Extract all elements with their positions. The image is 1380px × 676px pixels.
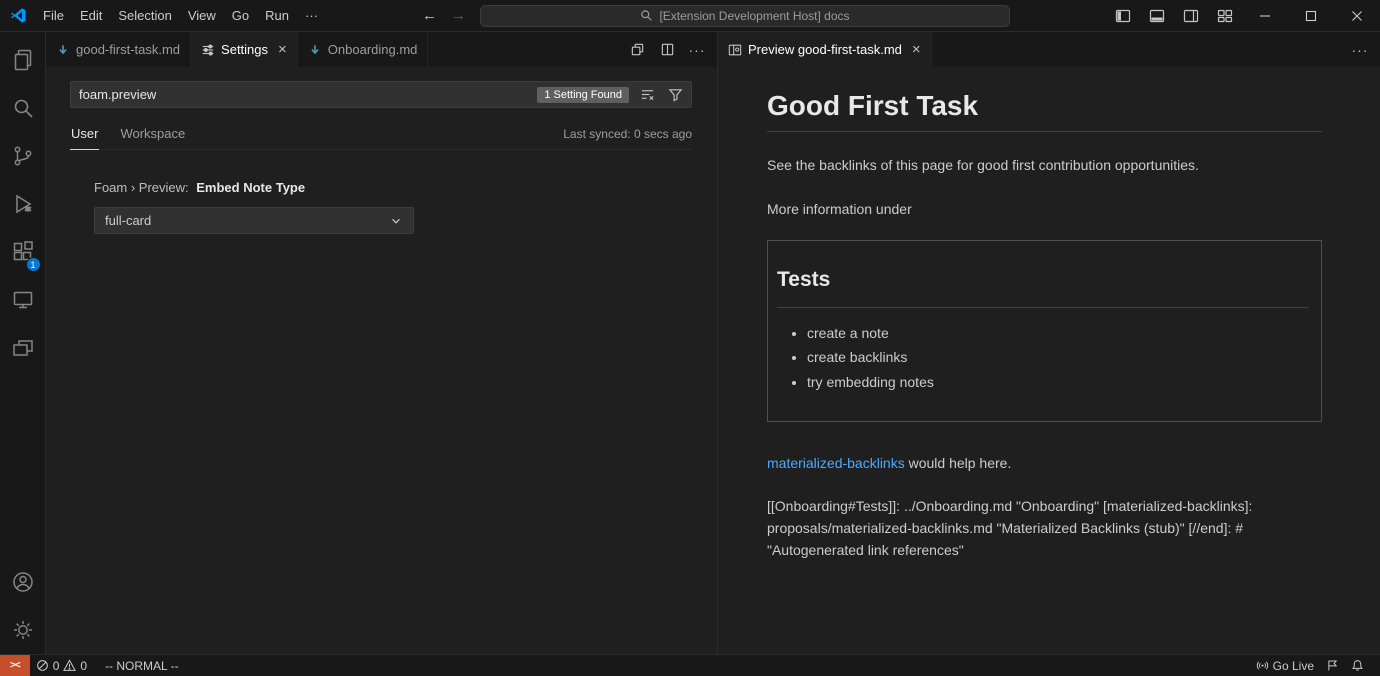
settings-search-input[interactable]	[79, 87, 529, 102]
tab-preview-good-first-task[interactable]: Preview good-first-task.md ×	[718, 32, 932, 67]
settings-result-count-badge: 1 Setting Found	[537, 87, 629, 103]
menubar: File Edit Selection View Go Run ···	[35, 4, 326, 27]
tab-label: Preview good-first-task.md	[748, 42, 902, 57]
close-tab-icon[interactable]: ×	[912, 42, 921, 57]
settings-sliders-icon	[201, 43, 215, 57]
setting-category-label: Foam › Preview:	[94, 180, 189, 195]
menu-selection[interactable]: Selection	[110, 4, 179, 27]
editor-group-left: good-first-task.md Settings × Onboarding…	[46, 32, 718, 654]
settings-scope-tabs: User Workspace Last synced: 0 secs ago	[70, 122, 692, 150]
menu-run[interactable]: Run	[257, 4, 297, 27]
error-icon	[36, 659, 49, 672]
preview-more-info: More information under	[767, 198, 1322, 220]
go-back-icon[interactable]: ←	[422, 7, 437, 24]
settings-editor: 1 Setting Found User Workspace Last sync…	[46, 67, 717, 654]
tab-label: good-first-task.md	[76, 42, 180, 57]
close-tab-icon[interactable]: ×	[278, 42, 287, 57]
command-center-search[interactable]: [Extension Development Host] docs	[480, 5, 1010, 27]
card-list: create a note create backlinks try embed…	[777, 322, 1309, 393]
chevron-down-icon	[389, 214, 403, 228]
markdown-preview: Good First Task See the backlinks of thi…	[718, 67, 1380, 654]
accounts-icon[interactable]	[0, 558, 46, 606]
list-item: try embedding notes	[807, 371, 1309, 393]
go-live-button[interactable]: Go Live	[1250, 655, 1320, 676]
command-center-label: [Extension Development Host] docs	[659, 9, 849, 23]
search-icon	[640, 9, 653, 22]
error-count: 0	[53, 659, 60, 673]
dropdown-value: full-card	[105, 213, 151, 228]
problems-status[interactable]: 0 0	[30, 655, 93, 676]
run-debug-icon[interactable]	[0, 180, 46, 228]
embed-note-type-dropdown[interactable]: full-card	[94, 207, 414, 234]
warning-icon	[63, 659, 76, 672]
split-editor-icon[interactable]	[655, 38, 679, 62]
tab-label: Settings	[221, 42, 268, 57]
remote-icon: ><	[10, 660, 20, 671]
tab-bar-right: Preview good-first-task.md × ···	[718, 32, 1380, 67]
materialized-backlinks-link[interactable]: materialized-backlinks	[767, 455, 905, 471]
setting-name-label: Embed Note Type	[196, 180, 305, 195]
feedback-flag-icon[interactable]	[1320, 655, 1345, 676]
broadcast-icon	[1256, 659, 1269, 672]
preview-intro: See the backlinks of this page for good …	[767, 154, 1322, 176]
vscode-logo-icon	[10, 7, 27, 24]
list-item: create a note	[807, 322, 1309, 344]
toggle-secondary-sidebar-icon[interactable]	[1174, 0, 1208, 31]
titlebar: File Edit Selection View Go Run ··· ← → …	[0, 0, 1380, 32]
notifications-bell-icon[interactable]	[1345, 655, 1370, 676]
menu-edit[interactable]: Edit	[72, 4, 110, 27]
tab-label: Onboarding.md	[328, 42, 418, 57]
clear-filters-icon[interactable]	[637, 85, 657, 105]
toggle-sidebar-icon[interactable]	[1106, 0, 1140, 31]
source-control-icon[interactable]	[0, 132, 46, 180]
toggle-panel-icon[interactable]	[1140, 0, 1174, 31]
link-suffix: would help here.	[905, 455, 1012, 471]
settings-search-box: 1 Setting Found	[70, 81, 692, 108]
markdown-file-icon	[56, 43, 70, 57]
vim-mode-status[interactable]: -- NORMAL --	[99, 655, 185, 676]
setting-embed-note-type: Foam › Preview: Embed Note Type full-car…	[94, 180, 692, 234]
more-actions-icon[interactable]: ···	[1348, 38, 1372, 62]
editor-layouts-icon[interactable]	[0, 324, 46, 372]
maximize-button[interactable]	[1288, 0, 1334, 31]
scope-tab-user[interactable]: User	[70, 122, 99, 150]
open-preview-icon	[728, 43, 742, 57]
search-activity-icon[interactable]	[0, 84, 46, 132]
editor-group-right: Preview good-first-task.md × ··· Good Fi…	[718, 32, 1380, 654]
go-live-label: Go Live	[1273, 659, 1314, 673]
backlink-paragraph: materialized-backlinks would help here.	[767, 452, 1322, 474]
card-title: Tests	[777, 263, 1309, 308]
remote-explorer-icon[interactable]	[0, 276, 46, 324]
settings-gear-icon[interactable]	[0, 606, 46, 654]
list-item: create backlinks	[807, 346, 1309, 368]
menu-file[interactable]: File	[35, 4, 72, 27]
link-references-paragraph: [[Onboarding#Tests]]: ../Onboarding.md "…	[767, 495, 1322, 562]
open-changes-icon[interactable]	[625, 38, 649, 62]
embedded-note-card: Tests create a note create backlinks try…	[767, 240, 1322, 422]
menu-more-icon[interactable]: ···	[297, 4, 326, 27]
markdown-file-icon	[308, 43, 322, 57]
tab-settings[interactable]: Settings ×	[191, 32, 298, 67]
explorer-icon[interactable]	[0, 36, 46, 84]
activity-bar: 1	[0, 32, 46, 654]
remote-indicator[interactable]: ><	[0, 655, 30, 676]
menu-view[interactable]: View	[180, 4, 224, 27]
customize-layout-icon[interactable]	[1208, 0, 1242, 31]
scope-tab-workspace[interactable]: Workspace	[119, 122, 186, 149]
tab-bar-left: good-first-task.md Settings × Onboarding…	[46, 32, 717, 67]
go-forward-icon[interactable]: →	[451, 7, 466, 24]
tab-onboarding[interactable]: Onboarding.md	[298, 32, 429, 67]
status-bar: >< 0 0 -- NORMAL -- Go Live	[0, 654, 1380, 676]
warning-count: 0	[80, 659, 87, 673]
extensions-icon[interactable]: 1	[0, 228, 46, 276]
close-window-button[interactable]	[1334, 0, 1380, 31]
more-actions-icon[interactable]: ···	[685, 38, 709, 62]
extensions-badge: 1	[26, 257, 41, 272]
preview-title: Good First Task	[767, 89, 1322, 132]
last-synced-label: Last synced: 0 secs ago	[563, 127, 692, 149]
tab-good-first-task[interactable]: good-first-task.md	[46, 32, 191, 67]
filter-icon[interactable]	[665, 85, 685, 105]
menu-go[interactable]: Go	[224, 4, 257, 27]
minimize-button[interactable]	[1242, 0, 1288, 31]
